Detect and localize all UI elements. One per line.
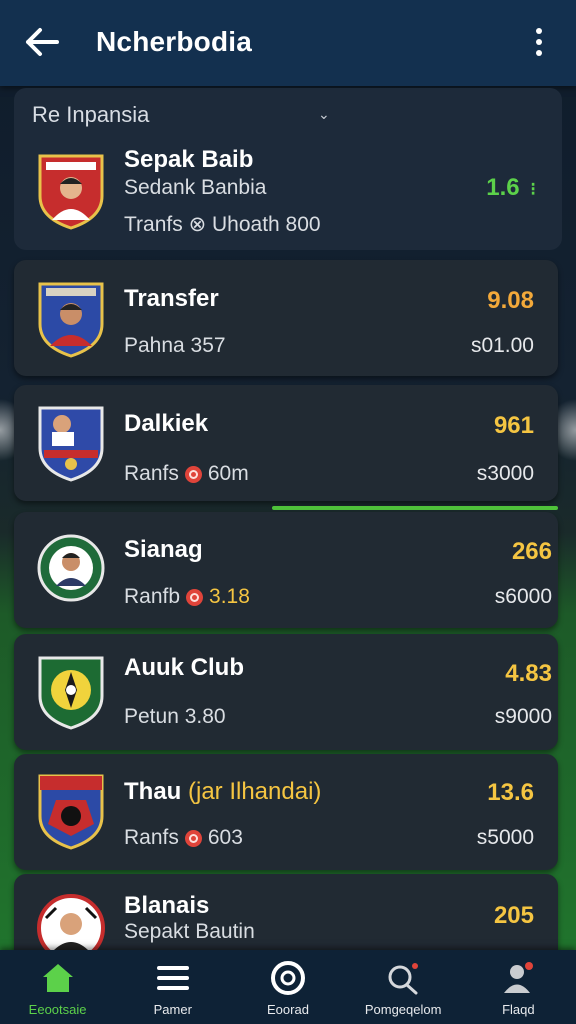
odds-value[interactable]: 266 — [512, 538, 552, 566]
price-value: s6000 — [494, 585, 552, 608]
more-vertical-icon: ⁝ — [530, 179, 536, 199]
nav-label: Eoorad — [267, 1002, 309, 1017]
featured-odds-value: 1.6 — [486, 174, 520, 201]
club-badge-5 — [38, 774, 104, 850]
search-icon — [385, 960, 421, 996]
page-title: Ncherbodia — [96, 26, 253, 57]
target-icon — [184, 465, 202, 483]
arrow-left-icon — [26, 28, 59, 56]
nav-label: Pomgeqelom — [364, 1002, 442, 1017]
nav-item-pamer[interactable]: Pamer — [115, 950, 230, 1024]
nav-item-pomgeqelom[interactable]: Pomgeqelom — [346, 950, 461, 1024]
odds-value[interactable]: 13.6 — [487, 779, 534, 807]
team-subtitle: Sepakt Bautin — [124, 920, 255, 943]
nav-label: Eeootsaie — [28, 1002, 87, 1017]
team-name: Dalkiek — [124, 410, 209, 437]
featured-team-subtitle: Sedank Banbia — [124, 176, 267, 199]
club-badge-1 — [38, 282, 104, 358]
progress-bar — [272, 506, 558, 510]
featured-team-name: Sepak Baib — [124, 146, 254, 173]
nav-label: Pamer — [153, 1002, 192, 1017]
team-name: Blanais — [124, 892, 210, 919]
team-name-accent: (jar Ilhandai) — [188, 778, 322, 805]
app-header: Ncherbodia — [0, 0, 576, 86]
featured-odds[interactable]: 1.6 ⁝ — [486, 174, 536, 202]
team-meta: Ranfb 3.18 — [124, 585, 250, 609]
team-meta-text: Pahna 357 — [124, 334, 226, 357]
odds-value[interactable]: 205 — [494, 902, 534, 930]
price-value: s5000 — [476, 826, 534, 849]
team-meta-value: 3.18 — [209, 585, 250, 608]
team-meta: Ranfs 60m — [124, 462, 249, 486]
team-name: Auuk Club — [124, 654, 244, 681]
nav-item-flaqd[interactable]: Flaqd — [461, 950, 576, 1024]
price-value: s9000 — [494, 705, 552, 728]
team-meta: Petun 3.80 — [124, 705, 226, 729]
odds-value[interactable]: 9.08 — [487, 287, 534, 315]
nav-item-eoorad[interactable]: Eoorad — [230, 950, 345, 1024]
club-badge-featured — [38, 154, 104, 230]
more-vertical-icon — [536, 28, 542, 34]
team-name-main: Thau — [124, 778, 182, 805]
nav-label: Flaqd — [502, 1002, 535, 1017]
bottom-navigation: Eeootsaie Pamer Eoorad Pomgeqelom Flaqd — [0, 950, 576, 1024]
team-meta-text: Petun 3.80 — [124, 705, 226, 728]
club-badge-4 — [38, 656, 104, 730]
featured-team-meta: Tranfs ⊗ Uhoath 800 — [124, 213, 321, 236]
team-meta-text: Ranfs — [124, 462, 179, 485]
odds-value[interactable]: 961 — [494, 412, 534, 440]
league-dropdown[interactable]: Re Inpansia — [32, 102, 149, 128]
back-button[interactable] — [22, 24, 62, 60]
team-meta-text: Ranfb — [124, 585, 181, 608]
price-value: s01.00 — [470, 334, 534, 357]
menu-lines-icon — [155, 960, 191, 996]
team-meta: Ranfs 603 — [124, 826, 243, 850]
profile-icon — [500, 960, 536, 996]
team-name: Transfer — [124, 285, 219, 312]
target-icon — [184, 829, 202, 847]
home-icon — [40, 960, 76, 996]
odds-value[interactable]: 4.83 — [505, 660, 552, 688]
more-options-button[interactable] — [524, 22, 554, 62]
team-meta-value: 603 — [207, 826, 243, 849]
team-name: Thau (jar Ilhandai) — [124, 778, 321, 806]
team-meta-value: 60m — [207, 462, 249, 485]
target-icon — [186, 588, 204, 606]
team-meta-text: Ranfs — [124, 826, 179, 849]
team-meta: Pahna 357 — [124, 334, 226, 358]
club-badge-2 — [38, 406, 104, 482]
chevron-down-icon[interactable]: ⌄ — [318, 106, 330, 123]
nav-item-home[interactable]: Eeootsaie — [0, 950, 115, 1024]
club-badge-3 — [37, 534, 105, 602]
ball-icon — [270, 960, 306, 996]
team-name: Sianag — [124, 536, 203, 563]
price-value: s3000 — [476, 462, 534, 485]
